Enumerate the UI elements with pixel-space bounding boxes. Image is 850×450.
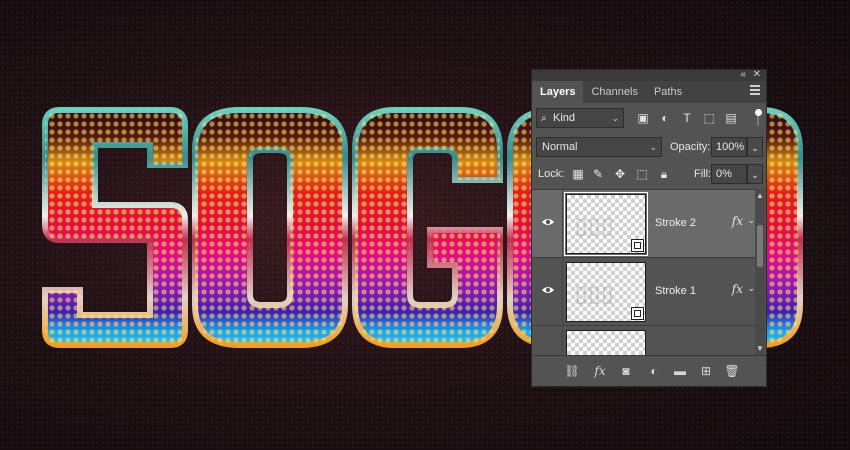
kind-label: Kind [553, 112, 576, 124]
layer-mask-icon[interactable]: ◙ [618, 363, 634, 379]
adjustment-layer-icon[interactable]: ◐ [646, 363, 662, 379]
eye-icon[interactable] [541, 285, 555, 295]
layer-thumbnail[interactable] [566, 330, 646, 356]
new-layer-icon[interactable]: ⊞ [698, 363, 714, 379]
blend-mode-select[interactable]: Normal ⌄ [536, 137, 662, 157]
visibility-column [532, 326, 563, 356]
chevron-down-icon[interactable]: ⌄ [747, 283, 755, 294]
lock-row: Lock: ▦ ✎ ✥ ⬚ 🔒︎ Fill: 0% ⌄ [536, 164, 763, 184]
layer-name[interactable]: Stroke 1 [655, 285, 696, 297]
lock-position-icon[interactable]: ✥ [612, 166, 628, 182]
smart-object-badge-icon [631, 307, 644, 320]
thumbnail-preview: ▯▯▯ [575, 281, 615, 306]
lock-transparent-icon[interactable]: ▦ [570, 166, 586, 182]
kind-filter-select[interactable]: ⌕ Kind ⌄ [536, 108, 624, 128]
lock-artboard-icon[interactable]: ⬚ [634, 166, 650, 182]
lock-label: Lock: [538, 168, 565, 180]
layer-name[interactable]: Stroke 2 [655, 217, 696, 229]
layer-thumbnail[interactable]: ▯▯▯ [566, 262, 646, 322]
fill-field[interactable]: 0% [711, 164, 747, 184]
letter-o [192, 107, 348, 348]
trash-icon[interactable]: 🗑︎ [724, 363, 740, 379]
panel-tabs: Layers Channels Paths [532, 81, 766, 103]
layers-bottom-toolbar: ⛓︎ fx ◙ ◐ ▬ ⊞ 🗑︎ [532, 355, 766, 386]
type-filter-icon[interactable]: T [679, 110, 695, 126]
eye-icon[interactable] [541, 217, 555, 227]
tab-channels[interactable]: Channels [583, 81, 645, 103]
opacity-label: Opacity: [670, 141, 711, 153]
chevron-down-icon[interactable]: ⌄ [747, 215, 755, 226]
fx-icon[interactable]: fx [732, 214, 743, 228]
layer-row-partial[interactable] [532, 326, 758, 356]
chevron-down-icon: ⌄ [649, 142, 657, 152]
close-icon[interactable]: ✕ [753, 69, 761, 80]
adjustment-filter-icon[interactable]: ◐ [657, 110, 673, 126]
scrollbar-thumb[interactable] [757, 225, 763, 267]
tab-layers[interactable]: Layers [532, 81, 584, 103]
layers-panel: « ✕ Layers Channels Paths ⌕ Kind ⌄ ▣ ◐ T… [531, 69, 767, 387]
layer-row-stroke-2[interactable]: ▯▯▯ Stroke 2 fx ⌄ [532, 190, 758, 258]
search-icon: ⌕ [541, 113, 547, 124]
fill-label: Fill: [694, 168, 712, 180]
panel-title-bar[interactable]: « ✕ [532, 69, 766, 81]
smart-object-filter-icon[interactable]: ▤ [723, 110, 739, 126]
image-filter-icon[interactable]: ▣ [635, 110, 651, 126]
filter-toggle[interactable] [754, 108, 762, 128]
layers-scrollbar[interactable]: ▲ ▼ [755, 189, 765, 355]
fx-icon[interactable]: fx [732, 282, 743, 296]
opacity-dropdown[interactable]: ⌄ [747, 137, 763, 157]
filter-row: ⌕ Kind ⌄ ▣ ◐ T ⬚ ▤ [536, 108, 762, 130]
blend-mode-value: Normal [542, 141, 578, 153]
new-group-icon[interactable]: ▬ [672, 363, 688, 379]
fill-dropdown[interactable]: ⌄ [747, 164, 763, 184]
lock-image-icon[interactable]: ✎ [590, 166, 606, 182]
panel-menu-icon[interactable] [750, 85, 760, 95]
scroll-up-icon[interactable]: ▲ [756, 191, 764, 200]
shape-filter-icon[interactable]: ⬚ [701, 110, 717, 126]
collapse-icon[interactable]: « [740, 69, 746, 80]
letter-s [42, 107, 188, 348]
fx-icon[interactable]: fx [592, 363, 608, 379]
scroll-down-icon[interactable]: ▼ [756, 344, 764, 353]
tab-paths[interactable]: Paths [646, 81, 690, 103]
thumbnail-preview: ▯▯▯ [575, 213, 615, 238]
letter-g [352, 107, 503, 348]
layers-list: ▯▯▯ Stroke 2 fx ⌄ ▯▯▯ Stroke 1 fx ⌄ [532, 189, 758, 356]
opacity-field[interactable]: 100% [711, 137, 747, 157]
chevron-down-icon: ⌄ [611, 113, 619, 123]
link-layers-icon[interactable]: ⛓︎ [564, 363, 580, 379]
lock-all-icon[interactable]: 🔒︎ [656, 166, 672, 182]
smart-object-badge-icon [631, 239, 644, 252]
layer-thumbnail[interactable]: ▯▯▯ [564, 192, 648, 256]
blend-row: Normal ⌄ Opacity: 100% ⌄ [536, 137, 763, 157]
layer-row-stroke-1[interactable]: ▯▯▯ Stroke 1 fx ⌄ [532, 258, 758, 326]
